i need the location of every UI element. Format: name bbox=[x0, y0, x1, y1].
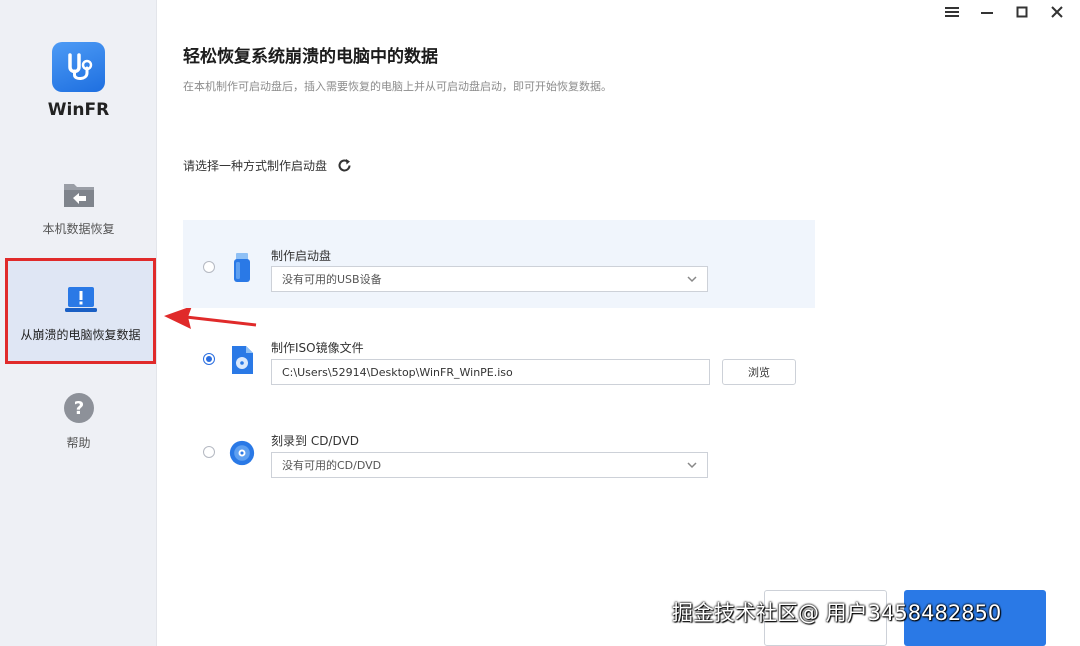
sidebar-item-crash-recovery[interactable]: 从崩溃的电脑恢复数据 bbox=[5, 258, 156, 364]
cd-device-value: 没有可用的CD/DVD bbox=[282, 459, 382, 472]
menu-icon[interactable] bbox=[941, 4, 963, 20]
svg-text:?: ? bbox=[73, 398, 83, 419]
sidebar-item-local-recovery[interactable]: 本机数据恢复 bbox=[0, 177, 157, 237]
cd-radio[interactable] bbox=[203, 446, 215, 458]
sidebar-item-label: 帮助 bbox=[66, 436, 91, 450]
maximize-icon[interactable] bbox=[1011, 4, 1033, 20]
option-iso: 制作ISO镜像文件 C:\Users\52914\Desktop\WinFR_W… bbox=[183, 332, 815, 392]
close-icon[interactable] bbox=[1046, 4, 1068, 20]
iso-path-value: C:\Users\52914\Desktop\WinFR_WinPE.iso bbox=[282, 365, 513, 379]
section-label: 请选择一种方式制作启动盘 bbox=[183, 157, 352, 174]
help-icon: ? bbox=[62, 391, 96, 425]
app-name: WinFR bbox=[47, 100, 110, 120]
option-cd: 刻录到 CD/DVD 没有可用的CD/DVD bbox=[183, 425, 815, 485]
page-subtitle: 在本机制作可启动盘后，插入需要恢复的电脑上并从可启动盘启动，即可开始恢复数据。 bbox=[183, 80, 612, 93]
chevron-down-icon bbox=[687, 462, 697, 469]
option-usb: 制作启动盘 没有可用的USB设备 bbox=[183, 220, 815, 308]
sidebar-item-help[interactable]: ? 帮助 bbox=[0, 391, 157, 451]
option-title: 刻录到 CD/DVD bbox=[271, 434, 359, 448]
chevron-down-icon bbox=[687, 276, 697, 283]
iso-path-input[interactable]: C:\Users\52914\Desktop\WinFR_WinPE.iso bbox=[271, 359, 710, 385]
option-title: 制作ISO镜像文件 bbox=[271, 341, 364, 355]
folder-back-icon bbox=[62, 177, 96, 211]
app-logo bbox=[52, 42, 105, 92]
section-label-text: 请选择一种方式制作启动盘 bbox=[183, 159, 328, 173]
usb-radio[interactable] bbox=[203, 261, 215, 273]
sidebar: WinFR 本机数据恢复 从崩溃的电脑恢复数据 ? 帮助 bbox=[0, 0, 157, 646]
browse-button[interactable]: 浏览 bbox=[722, 359, 796, 385]
iso-file-icon bbox=[229, 345, 255, 375]
sidebar-item-label: 从崩溃的电脑恢复数据 bbox=[20, 328, 141, 342]
option-title: 制作启动盘 bbox=[271, 249, 332, 263]
sidebar-item-label: 本机数据恢复 bbox=[42, 222, 115, 236]
cd-device-select[interactable]: 没有可用的CD/DVD bbox=[271, 452, 708, 478]
minimize-icon[interactable] bbox=[976, 4, 998, 20]
laptop-alert-icon bbox=[64, 283, 98, 317]
usb-drive-icon bbox=[229, 253, 255, 283]
window-controls bbox=[941, 4, 1068, 20]
usb-device-select[interactable]: 没有可用的USB设备 bbox=[271, 266, 708, 292]
iso-radio[interactable] bbox=[203, 353, 215, 365]
usb-device-value: 没有可用的USB设备 bbox=[282, 273, 382, 286]
page-title: 轻松恢复系统崩溃的电脑中的数据 bbox=[183, 47, 438, 67]
refresh-icon[interactable] bbox=[337, 158, 352, 173]
cd-disc-icon bbox=[229, 438, 255, 468]
watermark: 掘金技术社区@ 用户3458482850 bbox=[672, 601, 1002, 625]
stethoscope-icon bbox=[67, 53, 92, 80]
